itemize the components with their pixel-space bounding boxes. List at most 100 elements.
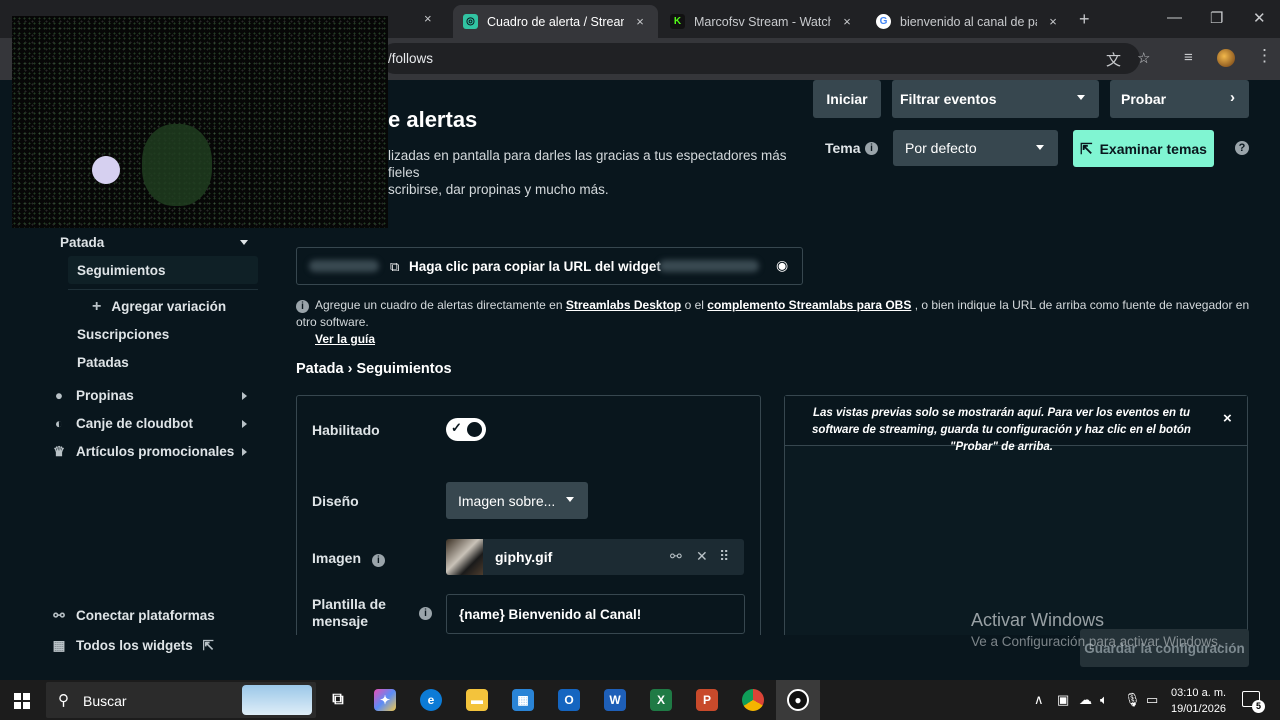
sidebar-group-merch[interactable]: ♛ Artículos promocionales	[52, 444, 234, 460]
edge-icon[interactable]: e	[420, 689, 442, 711]
image-field[interactable]: giphy.gif ⚯ ✕ ⠿	[446, 539, 744, 575]
theme-select[interactable]: Por defecto	[893, 130, 1058, 166]
test-button[interactable]: Probar ›	[1110, 80, 1249, 118]
webcam-hand	[86, 150, 126, 190]
enabled-toggle[interactable]: ✓	[446, 418, 486, 441]
tab-google-search[interactable]: G bienvenido al canal de panama ×	[866, 5, 1071, 38]
tab-streamlabs-alertbox[interactable]: ◎ Cuadro de alerta / Streamlabs ×	[453, 5, 658, 38]
minimize-icon[interactable]: —	[1167, 9, 1182, 26]
sidebar-group-cloudbot[interactable]: ◐ Canje de cloudbot	[52, 416, 193, 431]
tab-kick-stream[interactable]: K Marcofsv Stream - Watch Live ×	[660, 5, 865, 38]
description-line: scribirse, dar propinas y mucho más.	[388, 182, 609, 197]
all-widgets-link[interactable]: ▦ Todos los widgets ⇱	[52, 638, 214, 654]
screen: × ◎ Cuadro de alerta / Streamlabs × K Ma…	[0, 0, 1280, 720]
windows-taskbar: ⚲ Buscar ⧉ ✦ e ▬ ▦ O W X P ● ∧ ▣ ☁ 🔈︎ 🎙︎…	[0, 680, 1280, 720]
group-label: Canje de cloudbot	[76, 416, 194, 431]
address-bar[interactable]: /follows	[380, 43, 1140, 74]
sidebar-section-patada[interactable]: Patada	[60, 235, 104, 250]
help-icon[interactable]: ?	[1235, 141, 1249, 155]
file-explorer-icon[interactable]: ▬	[466, 689, 488, 711]
bookmark-star-icon[interactable]: ☆	[1137, 49, 1150, 67]
streamlabs-desktop-link[interactable]: Streamlabs Desktop	[566, 298, 681, 312]
chevron-right-icon	[242, 420, 247, 428]
info-icon[interactable]: i	[371, 554, 385, 567]
network-icon[interactable]: ▭	[1146, 692, 1158, 708]
test-label: Probar	[1121, 91, 1167, 107]
store-icon[interactable]: ▦	[512, 689, 534, 711]
windows-start-icon[interactable]	[14, 693, 30, 709]
restore-icon[interactable]: ❐	[1210, 9, 1223, 27]
filter-label: Filtrar eventos	[900, 91, 997, 107]
excel-icon[interactable]: X	[650, 689, 672, 711]
copilot-icon[interactable]: ✦	[374, 689, 396, 711]
template-label: Plantilla de mensaje	[312, 596, 386, 630]
connect-platforms-link[interactable]: ⚯ Conectar plataformas	[52, 608, 214, 624]
obs-plugin-link[interactable]: complemento Streamlabs para OBS	[707, 298, 911, 312]
sidebar-item-suscripciones[interactable]: Suscripciones	[77, 327, 169, 342]
streamlabs-favicon-icon: ◎	[463, 14, 478, 29]
tab-close-icon[interactable]: ×	[1045, 14, 1061, 29]
chevron-down-icon	[566, 497, 574, 502]
taskbar-clock[interactable]: 03:10 a. m. 19/01/2026	[1171, 685, 1226, 717]
template-input[interactable]: {name} Bienvenido al Canal!	[446, 594, 745, 634]
design-select[interactable]: Imagen sobre...	[446, 482, 588, 519]
filter-events-select[interactable]: Filtrar eventos	[892, 80, 1099, 118]
shirt-icon: ♛	[52, 444, 66, 459]
profile-avatar[interactable]	[1217, 49, 1235, 67]
check-icon: ✓	[451, 420, 462, 435]
info-text: i Agregue un cuadro de alertas directamen…	[296, 297, 1256, 348]
media-queue-icon[interactable]: ≡	[1184, 49, 1193, 66]
info-icon[interactable]: i	[865, 142, 878, 155]
info-text-part: o el	[684, 298, 704, 312]
tab-close-icon[interactable]: ×	[839, 14, 855, 29]
powerpoint-icon[interactable]: P	[696, 689, 718, 711]
grid-icon: ▦	[52, 638, 66, 653]
microphone-icon[interactable]: 🎙︎	[1124, 692, 1141, 708]
enabled-label: Habilitado	[312, 422, 380, 438]
info-icon[interactable]: i	[419, 607, 432, 620]
hidden-tab-close-icon[interactable]: ×	[424, 11, 432, 26]
device-icon[interactable]: ▣	[1057, 692, 1069, 708]
sidebar-group-propinas[interactable]: ● Propinas	[52, 388, 134, 403]
widget-url-field[interactable]: ⧉ Haga clic para copiar la URL del widge…	[296, 247, 803, 285]
tab-close-icon[interactable]: ×	[632, 14, 648, 29]
close-icon[interactable]: ×	[1223, 410, 1232, 427]
explore-themes-label: Examinar temas	[1099, 140, 1207, 157]
volume-icon[interactable]: 🔈︎	[1100, 692, 1108, 708]
cloud-icon[interactable]: ☁	[1079, 692, 1092, 708]
outlook-icon[interactable]: O	[558, 689, 580, 711]
start-button[interactable]: Iniciar	[813, 80, 881, 118]
grid-icon[interactable]: ⠿	[719, 548, 729, 565]
sidebar-item-patadas[interactable]: Patadas	[77, 355, 129, 370]
chrome-icon[interactable]	[742, 689, 764, 711]
close-window-icon[interactable]: ✕	[1253, 9, 1266, 27]
url-blur-left	[309, 260, 379, 272]
menu-kebab-icon[interactable]: ⋮	[1256, 46, 1273, 66]
eye-icon[interactable]: ◉	[776, 257, 788, 274]
translate-icon[interactable]: 文	[1106, 49, 1121, 70]
taskbar-search[interactable]: ⚲ Buscar	[46, 682, 316, 718]
chevron-down-icon	[1077, 95, 1085, 100]
activate-windows-watermark: Activar Windows	[971, 610, 1105, 630]
info-icon: i	[296, 300, 309, 313]
link-icon[interactable]: ⚯	[670, 548, 682, 565]
obs-icon[interactable]: ●	[787, 689, 809, 711]
guide-link[interactable]: Ver la guía	[315, 332, 375, 346]
show-hidden-icons[interactable]: ∧	[1034, 692, 1044, 708]
new-tab-icon[interactable]: +	[1079, 9, 1090, 30]
add-variation-button[interactable]: + Agregar variación	[92, 298, 226, 316]
plus-icon: +	[92, 298, 102, 315]
copy-url-label: Haga clic para copiar la URL del widget	[409, 259, 661, 274]
url-blur-right	[659, 260, 759, 272]
sidebar-item-seguimientos[interactable]: Seguimientos	[77, 263, 166, 278]
webcam-overlay	[12, 16, 388, 228]
preview-panel: Las vistas previas solo se mostrarán aqu…	[784, 395, 1248, 635]
word-icon[interactable]: W	[604, 689, 626, 711]
webcam-person	[142, 124, 212, 206]
task-view-icon[interactable]: ⧉	[327, 689, 349, 711]
breadcrumb-parent[interactable]: Patada	[296, 361, 344, 377]
notification-icon[interactable]: 5	[1242, 691, 1265, 713]
all-widgets-label: Todos los widgets	[76, 638, 193, 653]
close-icon[interactable]: ✕	[696, 548, 708, 565]
explore-themes-button[interactable]: ⇱ Examinar temas	[1073, 130, 1214, 167]
